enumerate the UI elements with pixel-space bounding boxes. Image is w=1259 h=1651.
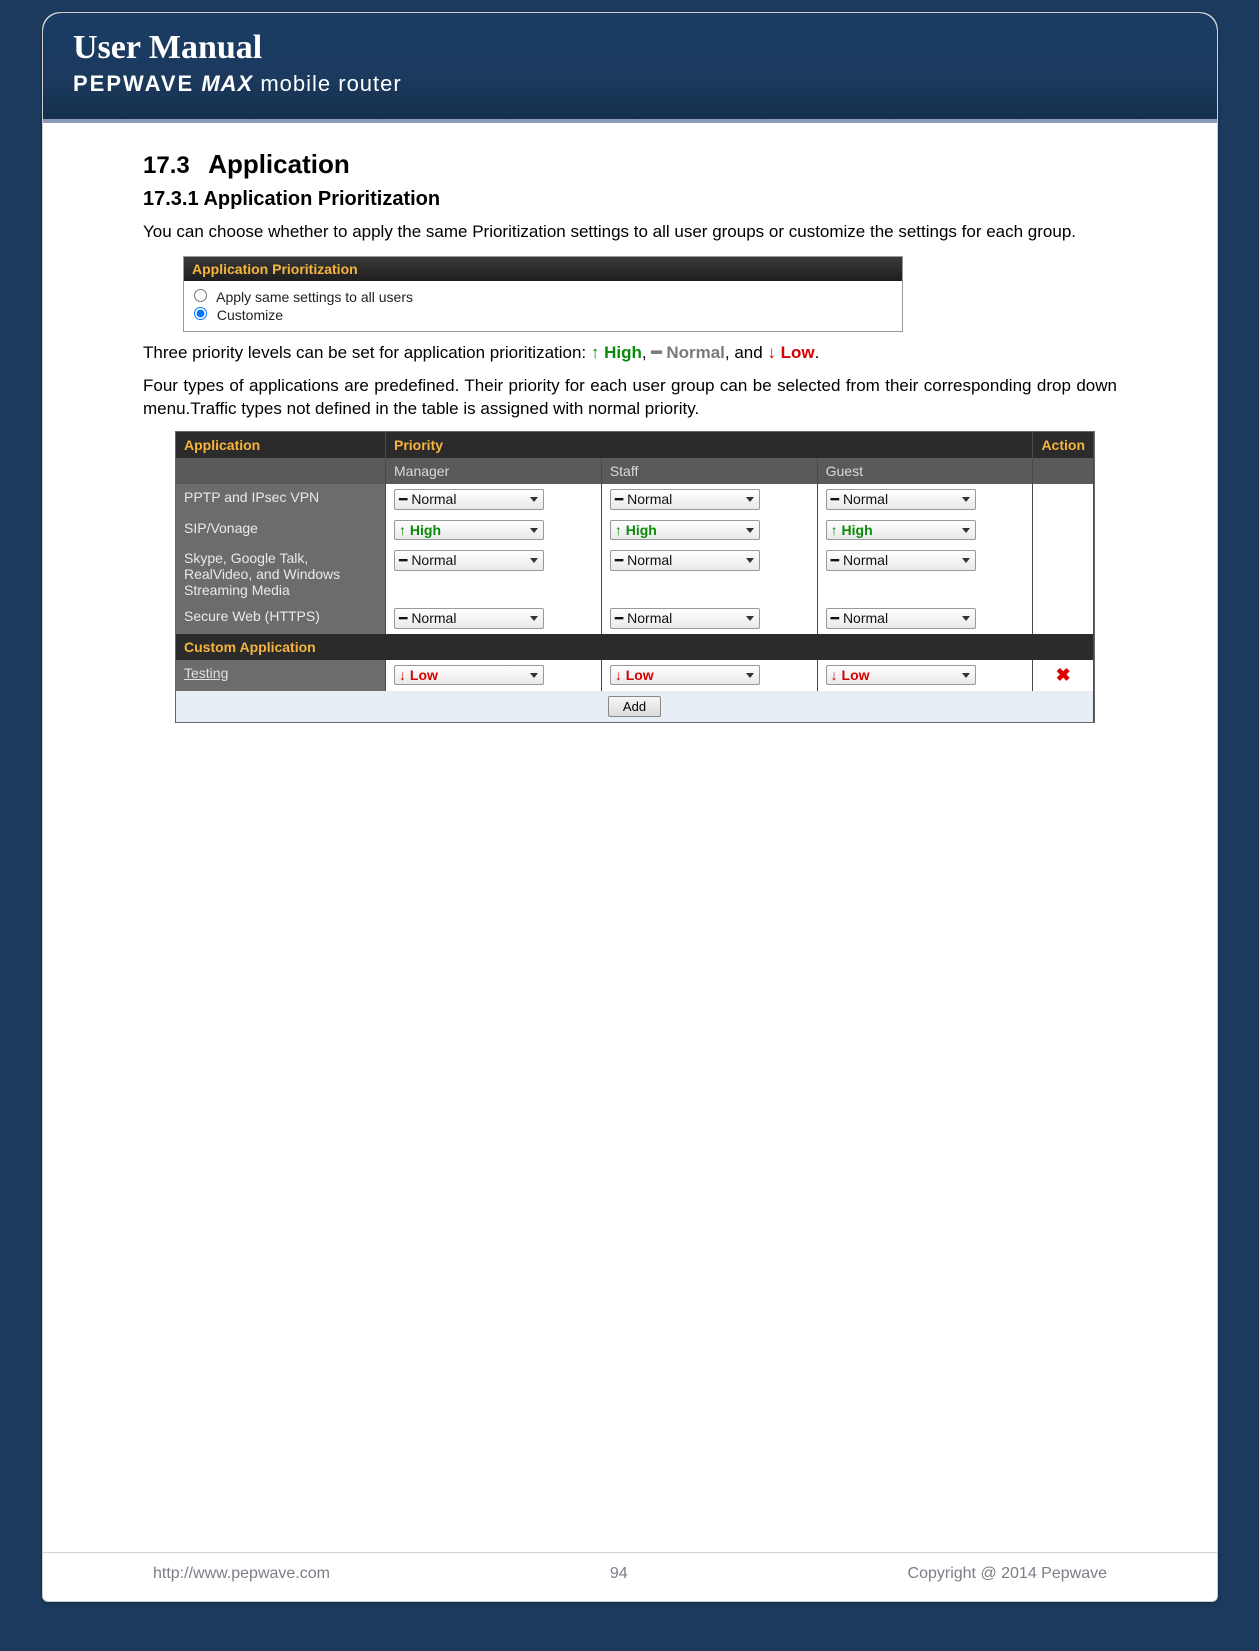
priority-select[interactable]: ↓ Low <box>394 665 544 685</box>
radio-customize-label: Customize <box>217 307 283 323</box>
page-number: 94 <box>610 1565 628 1583</box>
panel-caption: Application Prioritization <box>184 257 902 281</box>
table-row: Skype, Google Talk, RealVideo, and Windo… <box>176 545 1094 603</box>
app-name: Skype, Google Talk, RealVideo, and Windo… <box>176 545 386 603</box>
app-name: PPTP and IPsec VPN <box>176 484 386 515</box>
brand-name: PEPWAVE <box>73 71 194 96</box>
table-row: SIP/Vonage ↑ High ↑ High ↑ High <box>176 515 1094 545</box>
col-application: Application <box>176 432 386 458</box>
table-header-row: Application Priority Action <box>176 432 1094 458</box>
col-priority: Priority <box>386 432 1033 458</box>
radio-apply-all-input[interactable] <box>194 289 207 302</box>
priority-select[interactable]: ━ Normal <box>394 489 544 510</box>
custom-application-header: Custom Application <box>176 634 1094 660</box>
delete-row-icon[interactable]: ✖ <box>1033 660 1094 691</box>
priority-select[interactable]: ↑ High <box>610 520 760 540</box>
application-priority-table: Application Priority Action Manager Staf… <box>175 431 1095 723</box>
document-page: User Manual PEPWAVE MAX mobile router 17… <box>42 12 1218 1602</box>
priority-select[interactable]: ↑ High <box>826 520 976 540</box>
footer-url: http://www.pepwave.com <box>153 1565 330 1583</box>
subsection-number: 17.3.1 <box>143 188 199 210</box>
priority-levels-pretext: Three priority levels can be set for app… <box>143 343 591 362</box>
custom-application-label: Custom Application <box>176 634 1094 660</box>
custom-app-link[interactable]: Testing <box>184 665 228 681</box>
manual-title: User Manual <box>73 29 1187 67</box>
priority-select[interactable]: ↓ Low <box>610 665 760 685</box>
app-name: Secure Web (HTTPS) <box>176 603 386 634</box>
panel-options: Apply same settings to all users Customi… <box>184 281 902 331</box>
priority-high-label: ↑ High <box>591 343 642 362</box>
radio-customize[interactable]: Customize <box>194 307 892 323</box>
table-row: Testing ↓ Low ↓ Low ↓ Low ✖ <box>176 660 1094 691</box>
page-header: User Manual PEPWAVE MAX mobile router <box>43 13 1217 123</box>
intro-paragraph: You can choose whether to apply the same… <box>143 221 1117 244</box>
priority-select[interactable]: ↓ Low <box>826 665 976 685</box>
page-content: 17.3 Application 17.3.1 Application Prio… <box>43 123 1217 723</box>
app-prioritization-panel: Application Prioritization Apply same se… <box>183 256 903 332</box>
priority-select[interactable]: ━ Normal <box>394 550 544 571</box>
priority-levels-paragraph: Three priority levels can be set for app… <box>143 342 1117 365</box>
group-guest: Guest <box>818 458 1034 484</box>
section-title: Application <box>208 149 350 179</box>
priority-select[interactable]: ━ Normal <box>826 608 976 629</box>
priority-select[interactable]: ━ Normal <box>610 550 760 571</box>
page-footer: http://www.pepwave.com 94 Copyright @ 20… <box>43 1552 1217 1583</box>
table-row: Secure Web (HTTPS) ━ Normal ━ Normal ━ N… <box>176 603 1094 634</box>
priority-select[interactable]: ━ Normal <box>826 550 976 571</box>
col-action: Action <box>1033 432 1094 458</box>
section-heading: 17.3 Application <box>143 149 1117 180</box>
app-name: SIP/Vonage <box>176 515 386 545</box>
predefined-apps-paragraph: Four types of applications are predefine… <box>143 375 1117 421</box>
group-manager: Manager <box>386 458 602 484</box>
priority-select[interactable]: ━ Normal <box>826 489 976 510</box>
model-name: MAX <box>201 71 253 96</box>
add-row: Add <box>176 691 1094 722</box>
radio-customize-input[interactable] <box>194 307 207 320</box>
group-staff: Staff <box>602 458 818 484</box>
product-line: PEPWAVE MAX mobile router <box>73 71 1187 97</box>
subsection-heading: 17.3.1 Application Prioritization <box>143 188 1117 211</box>
table-groups-row: Manager Staff Guest <box>176 458 1094 484</box>
radio-apply-all-label: Apply same settings to all users <box>216 289 413 305</box>
footer-copyright: Copyright @ 2014 Pepwave <box>908 1565 1107 1583</box>
priority-select[interactable]: ━ Normal <box>610 489 760 510</box>
subsection-title: Application Prioritization <box>203 188 440 210</box>
table-row: PPTP and IPsec VPN ━ Normal ━ Normal ━ N… <box>176 484 1094 515</box>
radio-apply-all[interactable]: Apply same settings to all users <box>194 289 892 305</box>
product-tag: mobile router <box>260 71 401 96</box>
priority-select[interactable]: ━ Normal <box>394 608 544 629</box>
add-button[interactable]: Add <box>608 696 661 717</box>
priority-select[interactable]: ━ Normal <box>610 608 760 629</box>
section-number: 17.3 <box>143 152 190 180</box>
priority-normal-label: ━ Normal <box>651 343 725 362</box>
priority-select[interactable]: ↑ High <box>394 520 544 540</box>
priority-low-label: ↓ Low <box>767 343 814 362</box>
